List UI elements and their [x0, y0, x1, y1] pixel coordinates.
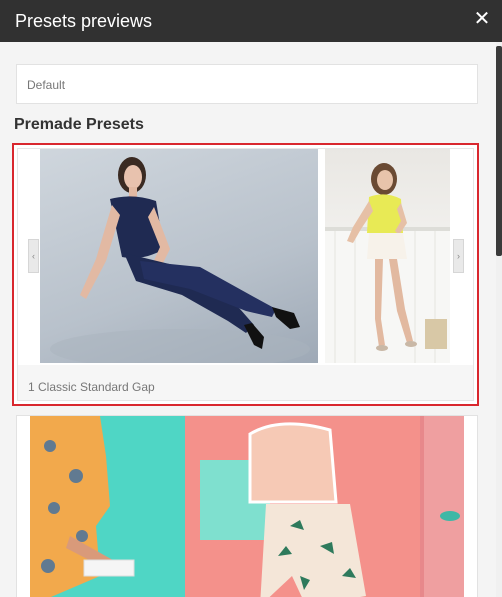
preview-image-1: [40, 149, 318, 363]
section-title: Premade Presets: [14, 116, 144, 133]
slider-next-button[interactable]: ›: [453, 239, 464, 273]
dialog-header: Presets previews ✕: [0, 0, 502, 42]
woman-yellow-top-image: [325, 163, 450, 363]
preset-card-selected[interactable]: ‹ › 1 Classic Standard Gap: [12, 143, 479, 406]
scrollbar-thumb[interactable]: [496, 46, 502, 256]
preset-label: 1 Classic Standard Gap: [28, 380, 155, 394]
scrollbar[interactable]: [496, 42, 502, 597]
preview-image-colorful: [30, 416, 464, 597]
fashion-flatlay-image: [30, 416, 460, 597]
preset-select[interactable]: Default: [16, 64, 478, 104]
dialog-title: Presets previews: [15, 11, 153, 31]
close-icon[interactable]: ✕: [472, 8, 492, 30]
preset-card-inner: ‹ › 1 Classic Standard Gap: [17, 148, 474, 401]
slider-prev-button[interactable]: ‹: [28, 239, 39, 273]
woman-navy-jumpsuit-image: [50, 157, 310, 363]
dialog-content: Default Premade Presets ‹ › 1 Classic St…: [0, 42, 496, 597]
preview-image-2: [325, 149, 450, 363]
preset-preview-slider: ‹ ›: [18, 149, 473, 365]
preset-card[interactable]: [16, 415, 478, 597]
